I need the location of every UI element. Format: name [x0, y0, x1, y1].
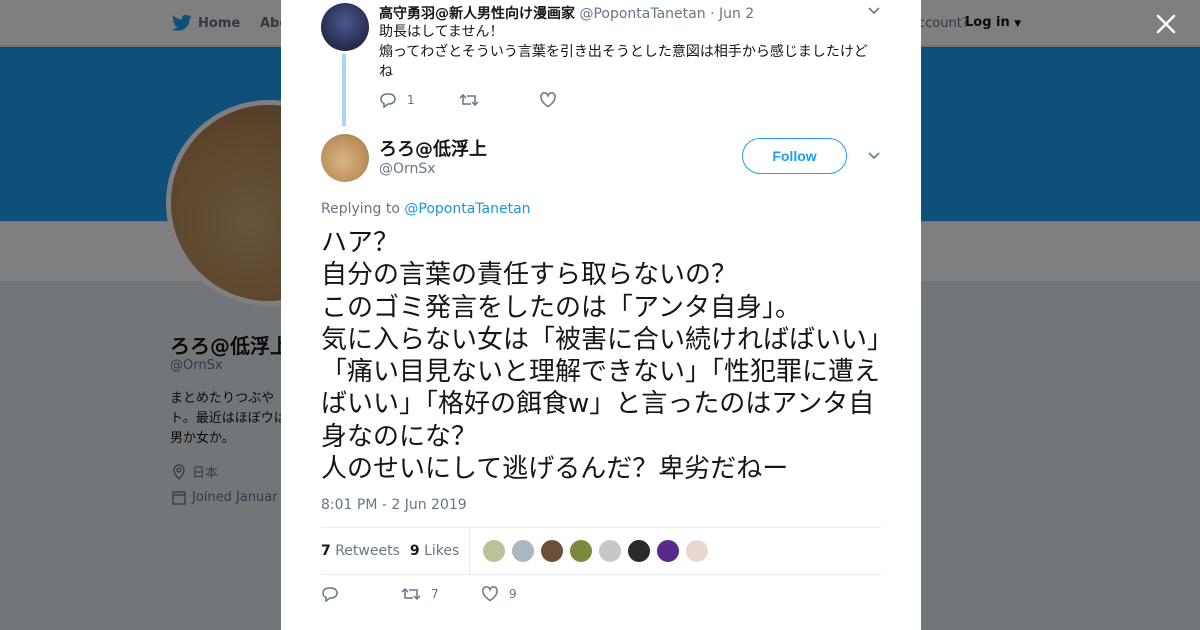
retweets-label: Retweets — [335, 543, 400, 559]
tweet-modal: 高守勇羽@新人男性向け漫画家 @PopontaTanetan · Jun 2 助… — [281, 0, 921, 630]
replying-to: Replying to @PopontaTanetan — [321, 201, 531, 217]
liker-avatar[interactable] — [685, 539, 710, 563]
parent-separator: · — [710, 6, 715, 22]
parent-date[interactable]: Jun 2 — [719, 6, 754, 22]
parent-reply-count: 1 — [407, 93, 415, 107]
parent-author-handle[interactable]: @PopontaTanetan — [579, 6, 705, 22]
liker-avatar[interactable] — [540, 539, 565, 563]
retweet-icon — [401, 587, 421, 601]
chevron-down-icon[interactable] — [867, 151, 881, 161]
like-count: 9 — [509, 587, 517, 601]
tweet-actions: 7 9 — [321, 586, 561, 602]
heart-icon — [540, 92, 556, 108]
replying-to-link[interactable]: @PopontaTanetan — [404, 201, 530, 217]
retweet-icon — [459, 93, 479, 107]
parent-tweet-text: 助長はしてません！ 煽ってわざとそういう言葉を引き出そうとした意図は相手から感じ… — [379, 24, 868, 80]
tweet-timestamp[interactable]: 8:01 PM - 2 Jun 2019 — [321, 497, 467, 513]
author-handle[interactable]: @OrnSx — [379, 161, 436, 177]
replying-prefix: Replying to — [321, 201, 400, 217]
liker-avatar[interactable] — [598, 539, 623, 563]
tweet-author: ろろ@低浮上 @OrnSx Follow — [321, 134, 883, 186]
parent-avatar[interactable] — [321, 3, 369, 51]
tweet-stats: 7 Retweets 9 Likes — [321, 527, 881, 575]
retweet-button[interactable]: 7 — [401, 586, 481, 602]
reply-icon — [322, 587, 338, 602]
likes-label: Likes — [424, 543, 460, 559]
retweets-stat[interactable]: 7 Retweets — [321, 543, 400, 559]
likes-stat[interactable]: 9 Likes — [410, 543, 459, 559]
parent-reply-button[interactable]: 1 — [379, 92, 459, 108]
stats-divider — [469, 527, 471, 575]
like-button[interactable]: 9 — [481, 586, 561, 602]
parent-like-button[interactable] — [539, 92, 619, 108]
liker-avatars — [482, 539, 710, 563]
reply-icon — [380, 93, 396, 108]
reply-button[interactable] — [321, 586, 401, 602]
liker-avatar[interactable] — [627, 539, 652, 563]
parent-actions: 1 — [379, 92, 619, 108]
parent-header: 高守勇羽@新人男性向け漫画家 @PopontaTanetan · Jun 2 — [379, 3, 754, 23]
retweet-count: 7 — [431, 587, 439, 601]
liker-avatar[interactable] — [511, 539, 536, 563]
liker-avatar[interactable] — [482, 539, 507, 563]
parent-retweet-button[interactable] — [459, 92, 539, 108]
liker-avatar[interactable] — [569, 539, 594, 563]
thread-line — [342, 54, 346, 126]
tweet-text: ハア？ 自分の言葉の責任すら取らないの？ このゴミ発言をしたのは「アンタ自身」。… — [321, 228, 881, 485]
parent-author-name[interactable]: 高守勇羽@新人男性向け漫画家 — [379, 6, 575, 22]
follow-button[interactable]: Follow — [742, 138, 847, 174]
chevron-down-icon[interactable] — [867, 6, 881, 16]
heart-icon — [482, 586, 498, 602]
author-avatar[interactable] — [321, 134, 369, 182]
close-icon[interactable] — [1152, 10, 1180, 38]
liker-avatar[interactable] — [656, 539, 681, 563]
likes-count: 9 — [409, 543, 420, 559]
retweets-count: 7 — [321, 543, 331, 559]
author-name[interactable]: ろろ@低浮上 — [379, 135, 487, 161]
